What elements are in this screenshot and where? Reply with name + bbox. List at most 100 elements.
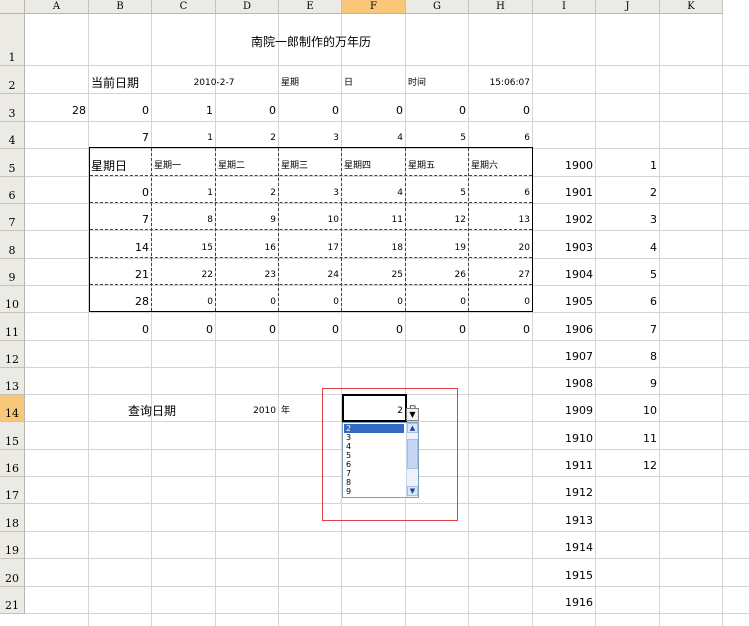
row-header-4[interactable]: 4 xyxy=(0,122,25,149)
column-header-c[interactable]: C xyxy=(152,0,216,14)
weekday-header-5: 星期五 xyxy=(408,161,436,171)
row-header-2[interactable]: 2 xyxy=(0,66,25,94)
calendar-dash-h-0 xyxy=(90,175,532,176)
column-header-g[interactable]: G xyxy=(406,0,469,14)
row-header-15[interactable]: 15 xyxy=(0,422,25,450)
dropdown-arrow-button[interactable]: ▼ xyxy=(406,408,419,421)
calendar-dash-v-0 xyxy=(151,148,152,311)
month-cell: 11 xyxy=(643,432,657,445)
row-header-17[interactable]: 17 xyxy=(0,477,25,504)
month-cell: 8 xyxy=(650,350,657,363)
row-header-5[interactable]: 5 xyxy=(0,149,25,177)
calendar-dash-h-4 xyxy=(90,284,532,285)
gridline-h-4 xyxy=(25,176,749,177)
gridline-v-3 xyxy=(278,14,279,626)
row3-b: 0 xyxy=(142,104,149,117)
row3-f: 0 xyxy=(396,104,403,117)
year-cell: 1916 xyxy=(565,596,593,609)
row4-d: 2 xyxy=(270,133,276,143)
dropdown-option[interactable]: 6 xyxy=(344,460,404,469)
calendar-cell: 14 xyxy=(135,241,149,254)
column-header-i[interactable]: I xyxy=(533,0,596,14)
dropdown-option[interactable]: 9 xyxy=(344,487,404,496)
column-header-d[interactable]: D xyxy=(216,0,279,14)
row3-c: 1 xyxy=(206,104,213,117)
select-all-corner[interactable] xyxy=(0,0,25,14)
calendar-cell: 16 xyxy=(264,243,276,253)
dropdown-option[interactable]: 3 xyxy=(344,433,404,442)
calendar-cell: 4 xyxy=(397,188,403,198)
row-header-19[interactable]: 19 xyxy=(0,532,25,559)
column-header-b[interactable]: B xyxy=(89,0,152,14)
scroll-down-button[interactable]: ▼ xyxy=(407,486,418,496)
calendar-dash-h-2 xyxy=(90,229,532,230)
calendar-cell: 23 xyxy=(264,270,276,280)
year-cell: 1914 xyxy=(565,541,593,554)
row-header-3[interactable]: 3 xyxy=(0,94,25,122)
calendar-cell: 22 xyxy=(201,270,213,280)
row3-g: 0 xyxy=(459,104,466,117)
row11-d: 0 xyxy=(269,323,276,336)
row-header-21[interactable]: 21 xyxy=(0,587,25,614)
row-header-10[interactable]: 10 xyxy=(0,286,25,313)
row11-f: 0 xyxy=(396,323,403,336)
active-cell-f14[interactable] xyxy=(342,394,407,422)
calendar-cell: 6 xyxy=(524,188,530,198)
column-header-a[interactable]: A xyxy=(25,0,89,14)
column-header-e[interactable]: E xyxy=(279,0,342,14)
current-date-label: 当前日期 xyxy=(91,76,140,90)
gridline-h-0 xyxy=(25,65,749,66)
row-header-14[interactable]: 14 xyxy=(0,395,25,422)
row-header-9[interactable]: 9 xyxy=(0,259,25,286)
year-cell: 1900 xyxy=(565,159,593,172)
dropdown-option[interactable]: 5 xyxy=(344,451,404,460)
scroll-thumb[interactable] xyxy=(407,439,418,469)
month-dropdown-list[interactable]: 23456789 ▲ ▼ xyxy=(342,422,419,498)
row-header-8[interactable]: 8 xyxy=(0,231,25,259)
row3-e: 0 xyxy=(332,104,339,117)
row11-h: 0 xyxy=(523,323,530,336)
gridline-v-2 xyxy=(215,14,216,626)
calendar-cell: 2 xyxy=(270,188,276,198)
month-cell: 3 xyxy=(650,213,657,226)
calendar-cell: 12 xyxy=(454,215,466,225)
row-header-18[interactable]: 18 xyxy=(0,504,25,532)
column-header-f[interactable]: F xyxy=(342,0,406,14)
gridline-v-10 xyxy=(722,14,723,626)
row-header-13[interactable]: 13 xyxy=(0,368,25,395)
scroll-up-button[interactable]: ▲ xyxy=(407,423,418,433)
calendar-cell: 21 xyxy=(135,268,149,281)
column-header-j[interactable]: J xyxy=(596,0,660,14)
chevron-down-icon: ▼ xyxy=(409,487,416,495)
dropdown-scrollbar[interactable]: ▲ ▼ xyxy=(406,423,418,497)
column-header-h[interactable]: H xyxy=(469,0,533,14)
calendar-dash-v-1 xyxy=(215,148,216,311)
gridline-v-1 xyxy=(151,14,152,626)
row-header-16[interactable]: 16 xyxy=(0,450,25,477)
year-cell: 1908 xyxy=(565,377,593,390)
dropdown-option[interactable]: 8 xyxy=(344,478,404,487)
row-header-7[interactable]: 7 xyxy=(0,204,25,231)
calendar-cell: 10 xyxy=(327,215,339,225)
dropdown-option[interactable]: 2 xyxy=(344,424,404,433)
column-header-k[interactable]: K xyxy=(660,0,723,14)
time-label: 时间 xyxy=(408,78,427,88)
year-cell: 1910 xyxy=(565,432,593,445)
calendar-dash-h-3 xyxy=(90,257,532,258)
row-header-12[interactable]: 12 xyxy=(0,341,25,368)
query-year: 2010 xyxy=(253,406,276,416)
dropdown-option[interactable]: 7 xyxy=(344,469,404,478)
month-combobox[interactable]: 23456789 ▲ ▼ xyxy=(342,422,419,498)
gridline-v-5 xyxy=(405,14,406,626)
year-cell: 1907 xyxy=(565,350,593,363)
row-header-1[interactable]: 1 xyxy=(0,14,25,66)
row-header-11[interactable]: 11 xyxy=(0,313,25,341)
row-header-20[interactable]: 20 xyxy=(0,559,25,587)
calendar-border-top xyxy=(89,147,533,148)
gridline-v-4 xyxy=(341,14,342,626)
gridline-h-2 xyxy=(25,121,749,122)
row-header-6[interactable]: 6 xyxy=(0,177,25,204)
dropdown-option[interactable]: 4 xyxy=(344,442,404,451)
calendar-cell: 0 xyxy=(397,297,403,307)
month-cell: 4 xyxy=(650,241,657,254)
